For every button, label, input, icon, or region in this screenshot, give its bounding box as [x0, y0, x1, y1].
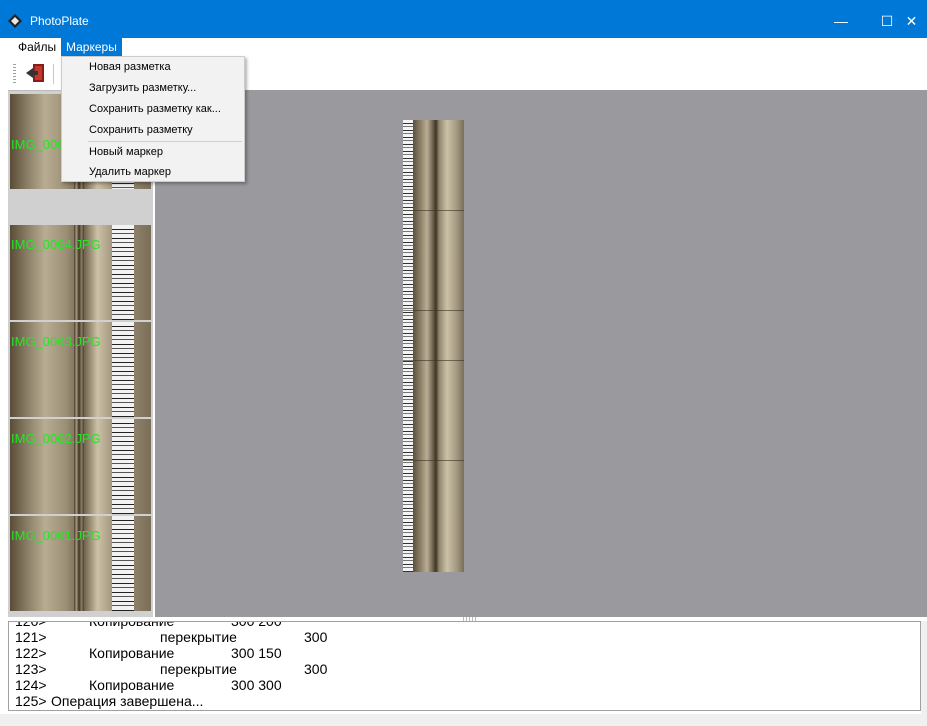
- toolbar-grip[interactable]: [13, 64, 16, 84]
- markers-dropdown-menu: Новая разметка Загрузить разметку... Сох…: [61, 56, 245, 182]
- log-line-value: 300 200: [231, 621, 282, 629]
- menu-markers[interactable]: Маркеры: [61, 38, 122, 57]
- strip-seam: [403, 360, 464, 361]
- thumbnail-label: IMG_0062.JPG: [11, 431, 101, 446]
- thumbnail-item[interactable]: IMG_0062.JPG: [10, 419, 151, 514]
- thumbnail-item[interactable]: IMG_0063.JPG: [10, 322, 151, 417]
- log-line-number: 122>: [15, 645, 47, 661]
- exit-door-icon[interactable]: [24, 62, 46, 84]
- ruler-tape-image: [112, 225, 134, 320]
- log-line-operation: перекрытие: [160, 629, 237, 645]
- status-bar: [0, 714, 927, 726]
- menu-item-delete-marker[interactable]: Удалить маркер: [62, 162, 244, 182]
- thumbnail-label: IMG_006: [11, 137, 65, 152]
- ruler-tape-image: [112, 322, 134, 417]
- menu-item-load-markup[interactable]: Загрузить разметку...: [62, 78, 244, 98]
- thumbnail-item[interactable]: IMG_0061.JPG: [10, 516, 151, 611]
- log-line-number: 123>: [15, 661, 47, 677]
- menu-item-save-markup-as[interactable]: Сохранить разметку как...: [62, 99, 244, 119]
- log-line-number: 121>: [15, 629, 47, 645]
- ruler-tape-image: [112, 516, 134, 611]
- stitched-weld-strip[interactable]: [403, 120, 464, 572]
- log-line-value: 300: [304, 629, 328, 645]
- log-line-operation: Копирование: [89, 621, 175, 629]
- log-line-operation: перекрытие: [160, 661, 237, 677]
- thumbnail-label: IMG_0063.JPG: [11, 334, 101, 349]
- thumbnail-label: IMG_0061.JPG: [11, 528, 101, 543]
- log-line-operation: Операция завершена...: [51, 693, 204, 709]
- menu-item-new-markup[interactable]: Новая разметка: [62, 57, 244, 77]
- log-line-operation: Копирование: [89, 645, 175, 661]
- thumbnail-item[interactable]: IMG_0064.JPG: [10, 225, 151, 320]
- thumbnail-label: IMG_0064.JPG: [11, 237, 101, 252]
- log-side-panel: [921, 621, 927, 714]
- window-title: PhotoPlate: [30, 14, 89, 28]
- menu-item-save-markup[interactable]: Сохранить разметку: [62, 120, 244, 140]
- log-line-value: 300 300: [231, 677, 282, 693]
- log-line-number: 125>: [15, 693, 47, 709]
- log-line-number: 124>: [15, 677, 47, 693]
- title-bar: PhotoPlate — ☐ ✕: [0, 0, 927, 38]
- log-line-number: 120>: [15, 621, 47, 629]
- strip-seam: [403, 210, 464, 211]
- strip-ruler: [403, 120, 413, 572]
- ruler-tape-image: [112, 419, 134, 514]
- toolbar-separator: [53, 64, 54, 84]
- strip-seam: [403, 310, 464, 311]
- close-button[interactable]: ✕: [896, 10, 927, 38]
- log-output[interactable]: 120> Копирование 300 200 121> перекрытие…: [8, 621, 921, 711]
- minimize-button[interactable]: —: [818, 10, 864, 38]
- image-viewer[interactable]: [155, 90, 927, 617]
- strip-seam: [403, 460, 464, 461]
- app-icon: [8, 14, 22, 28]
- menu-bar: Файлы Маркеры: [0, 38, 927, 57]
- log-line-operation: Копирование: [89, 677, 175, 693]
- menu-item-new-marker[interactable]: Новый маркер: [62, 142, 244, 162]
- menu-files[interactable]: Файлы: [13, 38, 61, 57]
- log-line-value: 300: [304, 661, 328, 677]
- log-line-value: 300 150: [231, 645, 282, 661]
